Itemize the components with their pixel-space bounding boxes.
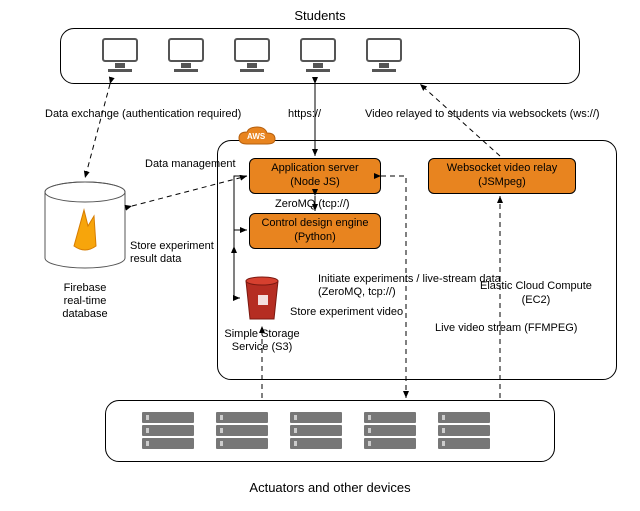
server-icon bbox=[362, 410, 418, 454]
edge-store-result-l2: result data bbox=[130, 253, 214, 266]
application-server-l2: (Node JS) bbox=[290, 176, 340, 190]
edge-initiate-l1: Initiate experiments / live-stream data bbox=[318, 273, 501, 286]
firebase-l3: database bbox=[62, 308, 107, 321]
edge-https: https:// bbox=[288, 108, 321, 120]
firebase-l1: Firebase bbox=[62, 282, 107, 295]
actuator-servers bbox=[140, 410, 492, 454]
application-server-node: Application server (Node JS) bbox=[249, 158, 381, 194]
edge-store-result: Store experiment result data bbox=[130, 240, 214, 265]
websocket-relay-node: Websocket video relay (JSMpeg) bbox=[428, 158, 576, 194]
application-server-l1: Application server bbox=[271, 162, 358, 176]
websocket-relay-l2: (JSMpeg) bbox=[478, 176, 526, 190]
edge-store-result-l1: Store experiment bbox=[130, 240, 214, 253]
edge-data-exchange: Data exchange (authentication required) bbox=[45, 108, 241, 120]
edge-initiate: Initiate experiments / live-stream data … bbox=[318, 273, 501, 298]
s3-label: Simple Storage Service (S3) bbox=[224, 328, 299, 354]
edge-video-relay-ws: Video relayed to students via websockets… bbox=[365, 108, 600, 120]
websocket-relay-l1: Websocket video relay bbox=[447, 162, 557, 176]
s3-icon bbox=[240, 275, 284, 328]
edge-initiate-l2: (ZeroMQ, tcp://) bbox=[318, 286, 501, 299]
monitor-icon bbox=[364, 36, 404, 76]
firebase-db-icon bbox=[40, 180, 130, 283]
actuators-title: Actuators and other devices bbox=[249, 480, 410, 495]
server-icon bbox=[214, 410, 270, 454]
monitor-icon bbox=[166, 36, 206, 76]
firebase-l2: real-time bbox=[62, 295, 107, 308]
edge-data-mgmt: Data management bbox=[145, 158, 236, 170]
students-title: Students bbox=[294, 8, 345, 23]
firebase-label: Firebase real-time database bbox=[62, 282, 107, 322]
edge-zeromq-tcp: ZeroMQ (tcp://) bbox=[275, 198, 350, 210]
edge-live-video: Live video stream (FFMPEG) bbox=[435, 322, 577, 334]
monitor-icon bbox=[100, 36, 140, 76]
edge-store-video: Store experiment video bbox=[290, 306, 403, 318]
control-engine-l2: (Python) bbox=[294, 231, 336, 245]
student-monitors bbox=[100, 36, 404, 76]
aws-badge: AWS bbox=[237, 126, 277, 155]
s3-label-line2: Service (S3) bbox=[224, 341, 299, 354]
server-icon bbox=[140, 410, 196, 454]
control-engine-node: Control design engine (Python) bbox=[249, 213, 381, 249]
monitor-icon bbox=[232, 36, 272, 76]
server-icon bbox=[436, 410, 492, 454]
control-engine-l1: Control design engine bbox=[261, 217, 368, 231]
monitor-icon bbox=[298, 36, 338, 76]
s3-label-line1: Simple Storage bbox=[224, 328, 299, 341]
aws-label: AWS bbox=[247, 132, 265, 141]
server-icon bbox=[288, 410, 344, 454]
